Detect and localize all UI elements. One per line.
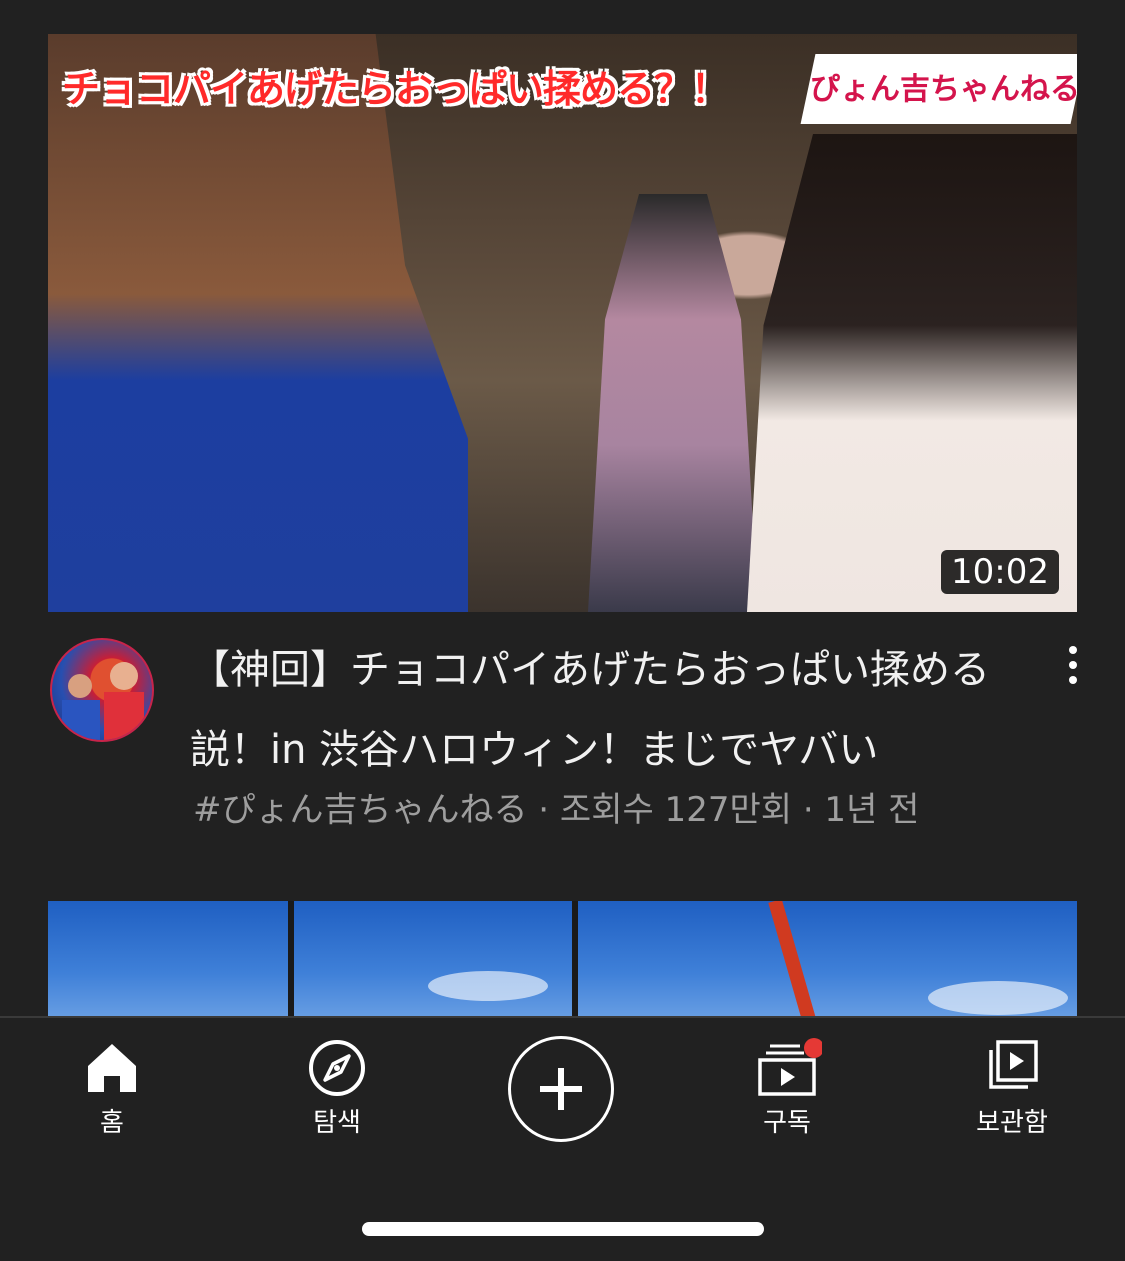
- more-vert-icon[interactable]: [1050, 642, 1096, 688]
- nav-label-explore: 탐색: [313, 1108, 361, 1138]
- duration-badge: 10:02: [941, 550, 1059, 594]
- nav-item-subscriptions[interactable]: 구독: [712, 1038, 862, 1139]
- nav-label-subscriptions: 구독: [763, 1108, 811, 1138]
- nav-label-home: 홈: [100, 1108, 124, 1138]
- notification-dot: [804, 1038, 822, 1058]
- thumbnail-person-right: [747, 134, 1077, 612]
- thumbnail-title-text: チョコパイあげたらおっぱい揉める？！: [62, 67, 729, 111]
- add-button[interactable]: [508, 1036, 614, 1142]
- nav-item-library[interactable]: 보관함: [937, 1038, 1087, 1139]
- thumbnail-person-middle: [588, 194, 758, 612]
- thumbnail-pole: [572, 901, 578, 1021]
- video-meta: #ぴょん吉ちゃんねる · 조회수 127만회 · 1년 전: [193, 790, 920, 830]
- add-icon: [540, 1068, 582, 1110]
- thumbnail-channel-text: ぴょん吉ちゃんねる: [810, 72, 1077, 107]
- library-icon: [989, 1040, 1038, 1089]
- nav-item-home[interactable]: 홈: [37, 1038, 187, 1139]
- compass-icon: [309, 1040, 365, 1096]
- nav-label-library: 보관함: [976, 1108, 1048, 1138]
- thumbnail-cloud: [428, 971, 548, 1001]
- channel-avatar[interactable]: [50, 638, 154, 742]
- nav-item-explore[interactable]: 탐색: [262, 1038, 412, 1139]
- thumbnail-pole: [288, 901, 294, 1021]
- subscriptions-icon: [758, 1038, 822, 1096]
- thumbnail-person-left: [48, 34, 468, 612]
- video-thumbnail[interactable]: チョコパイあげたらおっぱい揉める？！ ぴょん吉ちゃんねる 10:02: [48, 34, 1077, 612]
- video-title[interactable]: 【神回】チョコパイあげたらおっぱい揉める説！in 渋谷ハロウィン！まじでヤバい: [190, 630, 1020, 790]
- video-thumbnail-2[interactable]: [48, 901, 1077, 1021]
- thumbnail-crane: [768, 901, 821, 1021]
- home-indicator[interactable]: [362, 1222, 764, 1236]
- home-icon: [88, 1044, 136, 1092]
- thumbnail-cloud: [928, 981, 1068, 1015]
